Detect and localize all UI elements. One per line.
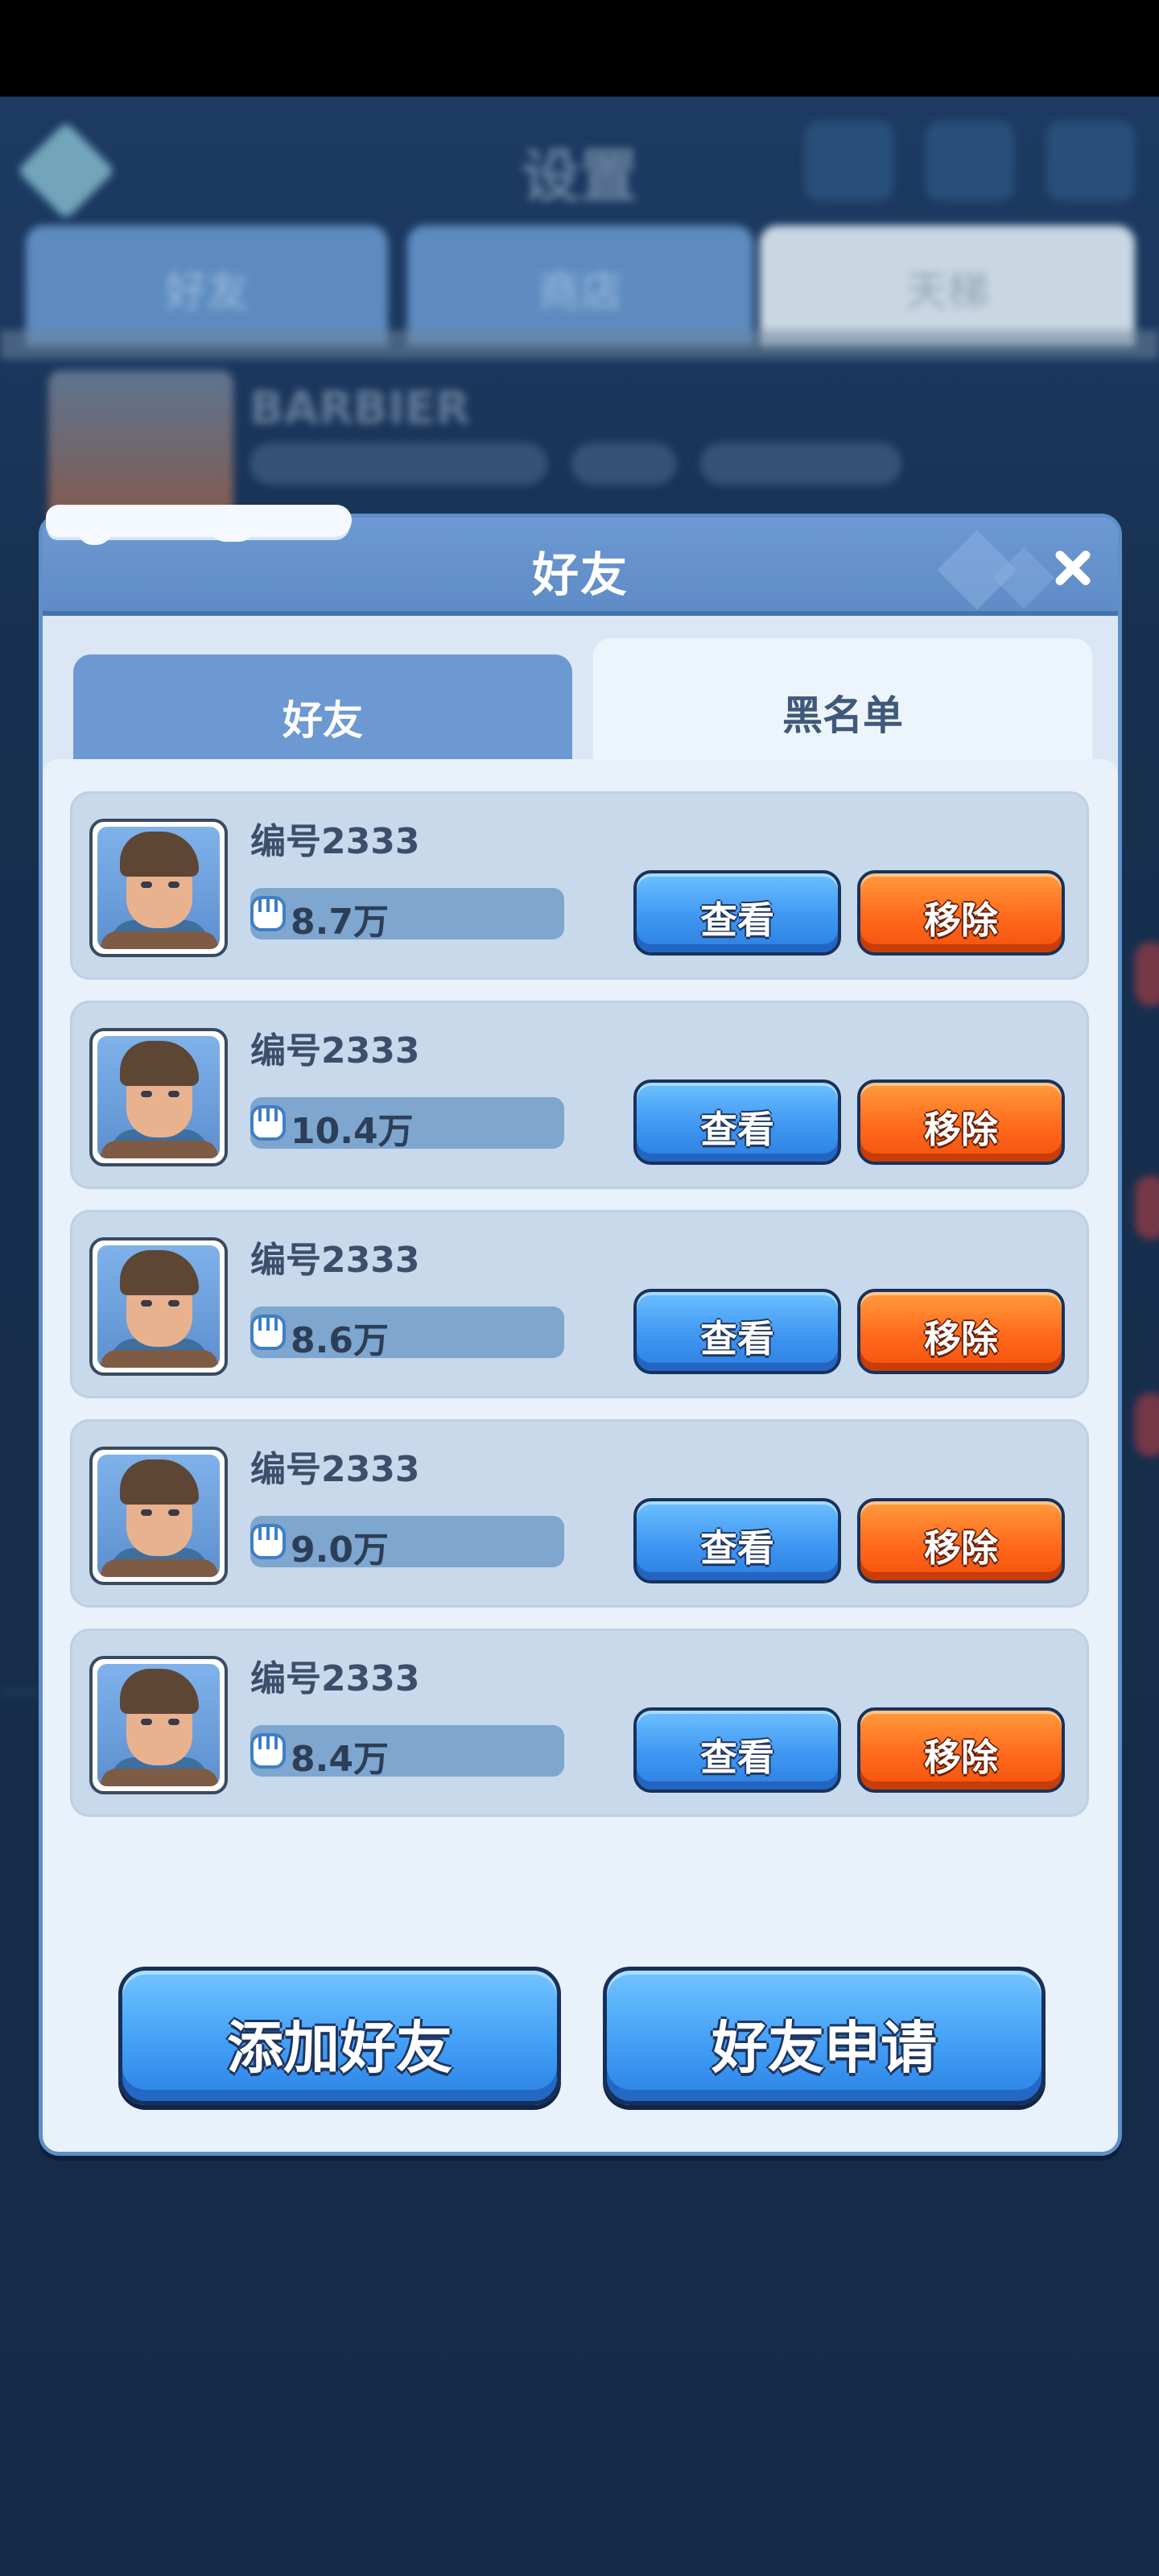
avatar[interactable] [89, 1656, 228, 1794]
player-name: 编号2333 [250, 1449, 420, 1490]
player-name: 编号2333 [250, 1240, 420, 1281]
background-tab-label: 天梯 [905, 268, 989, 316]
power-value: 8.6万 [291, 1320, 389, 1361]
player-name: 编号2333 [250, 1030, 420, 1071]
view-button[interactable]: 查看 [633, 1707, 841, 1793]
background-line [700, 443, 901, 485]
list-item: 编号2333 9.0万 查看 移除 [70, 1419, 1089, 1608]
blacklist-panel: 编号2333 8.7万 查看 移除 编号2333 10.4万 查看 移除 编号2… [43, 759, 1118, 2152]
add-friend-label: 添加好友 [227, 2015, 452, 2081]
background-icon [805, 121, 893, 201]
remove-button-label: 移除 [924, 1736, 998, 1779]
avatar-portrait [97, 1245, 220, 1368]
fist-icon [250, 896, 286, 931]
add-friend-button[interactable]: 添加好友 [118, 1967, 561, 2105]
view-button[interactable]: 查看 [633, 870, 841, 956]
power-bar: 8.6万 [250, 1307, 564, 1361]
list-item: 编号2333 10.4万 查看 移除 [70, 1001, 1089, 1189]
background-line [250, 443, 547, 485]
background-avatar [48, 370, 233, 523]
background-badge [1135, 1175, 1159, 1240]
avatar-portrait [97, 1664, 220, 1786]
fist-icon [250, 1733, 286, 1769]
background-strip [0, 330, 1159, 359]
background-player-name: BARBIER [250, 382, 471, 435]
remove-button-label: 移除 [924, 1526, 998, 1570]
avatar-portrait [97, 1036, 220, 1158]
background-badge [1135, 1393, 1159, 1457]
tab-blacklist-label: 黑名单 [782, 692, 903, 739]
view-button[interactable]: 查看 [633, 1498, 841, 1583]
friend-requests-label: 好友申请 [711, 2015, 937, 2081]
remove-button-label: 移除 [924, 1317, 998, 1360]
background-badge [1135, 942, 1159, 1006]
remove-button[interactable]: 移除 [857, 870, 1065, 956]
list-item: 编号2333 8.7万 查看 移除 [70, 791, 1089, 980]
power-bar: 9.0万 [250, 1516, 564, 1571]
status-bar [0, 0, 1159, 97]
power-bar: 8.7万 [250, 888, 564, 943]
player-name: 编号2333 [250, 821, 420, 862]
friend-requests-button[interactable]: 好友申请 [603, 1967, 1046, 2105]
remove-button[interactable]: 移除 [857, 1707, 1065, 1793]
background-tab: 好友 [26, 225, 388, 346]
tab-blacklist[interactable]: 黑名单 [593, 638, 1092, 775]
diamond-icon [16, 121, 116, 221]
avatar[interactable] [89, 1028, 228, 1166]
avatar[interactable] [89, 1447, 228, 1585]
fist-icon [250, 1524, 286, 1559]
background-tab: 天梯 [760, 225, 1135, 346]
remove-button-label: 移除 [924, 1108, 998, 1151]
view-button-label: 查看 [700, 1108, 774, 1151]
remove-button[interactable]: 移除 [857, 1289, 1065, 1374]
snow-decoration [46, 505, 352, 545]
background-tab-label: 商店 [538, 268, 622, 316]
power-value: 8.4万 [291, 1739, 389, 1780]
view-button-label: 查看 [700, 898, 774, 942]
dialog-title: 好友 [531, 547, 629, 602]
power-value: 8.7万 [291, 902, 389, 943]
remove-button-label: 移除 [924, 898, 998, 942]
view-button[interactable]: 查看 [633, 1289, 841, 1374]
remove-button[interactable]: 移除 [857, 1498, 1065, 1583]
avatar[interactable] [89, 1237, 228, 1376]
view-button-label: 查看 [700, 1526, 774, 1570]
background-title: 设置 [521, 142, 637, 210]
background-tab-label: 好友 [164, 268, 249, 316]
friends-dialog: 好友 好友 黑名单 编号2333 8.7万 查看 移除 编号2333 10.4万… [39, 505, 1122, 2156]
view-button-label: 查看 [700, 1317, 774, 1360]
remove-button[interactable]: 移除 [857, 1080, 1065, 1165]
list-item: 编号2333 8.4万 查看 移除 [70, 1629, 1089, 1817]
background-icon [926, 121, 1014, 201]
fist-icon [250, 1315, 286, 1350]
background-icon [1046, 121, 1135, 201]
avatar-portrait [97, 1455, 220, 1577]
tab-friends[interactable]: 好友 [73, 654, 572, 775]
background-line [571, 443, 676, 485]
avatar-portrait [97, 827, 220, 949]
dialog-header: 好友 [43, 505, 1118, 616]
player-name: 编号2333 [250, 1658, 420, 1699]
power-value: 10.4万 [291, 1111, 414, 1152]
avatar[interactable] [89, 819, 228, 957]
power-bar: 8.4万 [250, 1725, 564, 1780]
view-button[interactable]: 查看 [633, 1080, 841, 1165]
power-value: 9.0万 [291, 1530, 389, 1571]
background-tab: 商店 [407, 225, 753, 346]
list-item: 编号2333 8.6万 查看 移除 [70, 1210, 1089, 1398]
tab-friends-label: 好友 [283, 697, 363, 744]
close-icon[interactable] [1047, 542, 1099, 593]
power-bar: 10.4万 [250, 1097, 564, 1152]
view-button-label: 查看 [700, 1736, 774, 1779]
fist-icon [250, 1105, 286, 1141]
